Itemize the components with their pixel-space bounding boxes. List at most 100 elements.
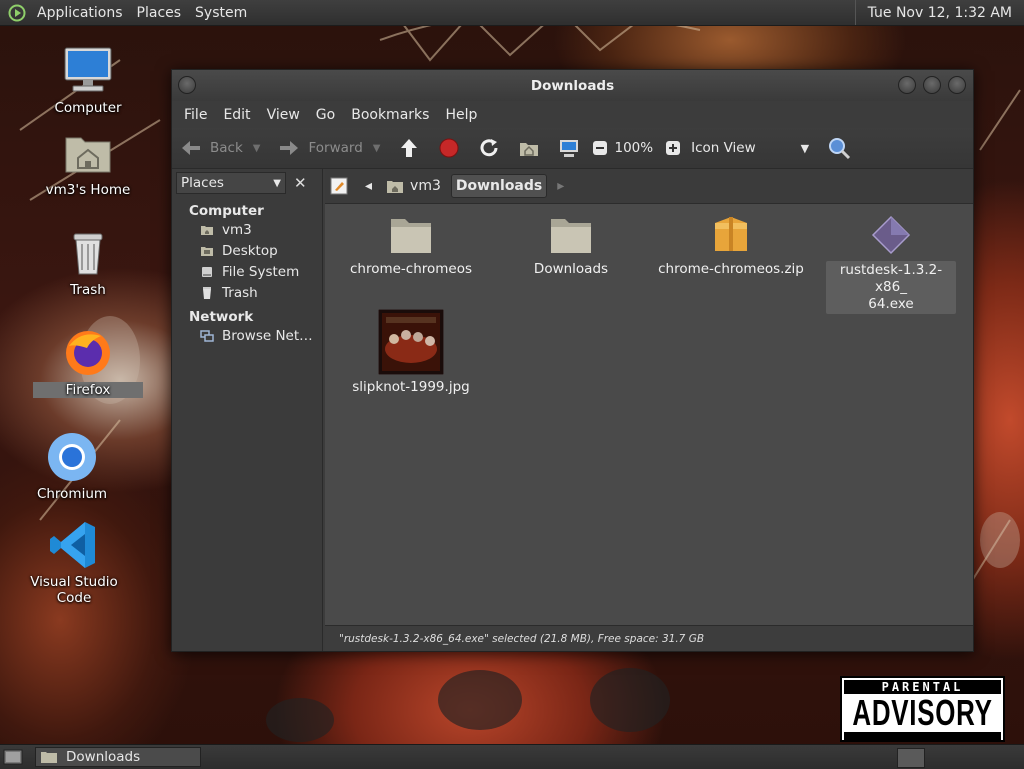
file-grid: chrome-chromeos Downloads chrome-chromeo… <box>325 203 973 603</box>
menu-system-label: System <box>195 4 248 21</box>
stop-icon[interactable] <box>438 137 460 159</box>
trash-icon <box>73 233 103 275</box>
desktop-icon-home[interactable]: vm3's Home <box>33 126 143 198</box>
desktop-icon-label: Trash <box>70 282 106 298</box>
trash-icon <box>203 287 211 299</box>
up-arrow-icon[interactable] <box>398 137 420 159</box>
parental-advisory-sticker: PARENTAL ADVISORY <box>840 676 1005 742</box>
sidebar-item-label: File System <box>222 264 300 280</box>
menu-bookmarks[interactable]: Bookmarks <box>343 107 437 123</box>
sidebar-heading-network: Network <box>189 309 254 325</box>
menu-system[interactable]: System <box>189 0 255 25</box>
file-item[interactable]: chrome-chromeos.zip <box>656 213 806 277</box>
executable-icon <box>871 215 911 255</box>
minimize-button[interactable] <box>898 76 916 94</box>
location-pathbar: ◂ vm3 Downloads ▸ <box>325 169 973 204</box>
sidebar-item-desktop[interactable]: Desktop <box>172 240 322 261</box>
menu-help[interactable]: Help <box>437 107 485 123</box>
sticker-bottom-bar <box>844 732 1001 742</box>
file-item-selected[interactable]: rustdesk-1.3.2-x86_ 64.exe <box>826 213 956 314</box>
home-folder-icon <box>65 137 111 173</box>
zoom-in-icon[interactable] <box>665 140 681 156</box>
computer-icon <box>64 47 112 92</box>
file-item[interactable]: slipknot-1999.jpg <box>346 309 476 395</box>
sidebar-item-label: vm3 <box>222 222 252 238</box>
drive-icon <box>202 267 212 277</box>
desktop-icon-chromium[interactable]: Chromium <box>17 430 127 502</box>
clock[interactable]: Tue Nov 12, 1:32 AM <box>854 0 1024 25</box>
menu-go[interactable]: Go <box>308 107 343 123</box>
sidebar-item-vm3[interactable]: vm3 <box>172 219 322 240</box>
file-manager-window: Downloads File Edit View Go Bookmarks He… <box>171 69 974 652</box>
taskbar-button-label: Downloads <box>66 749 141 765</box>
window-menu-button[interactable] <box>178 76 196 94</box>
file-item[interactable]: chrome-chromeos <box>346 213 476 277</box>
menu-edit[interactable]: Edit <box>215 107 258 123</box>
chevron-down-icon: ▼ <box>800 141 810 155</box>
sidebar-item-browse-network[interactable]: Browse Net… <box>172 325 322 346</box>
back-button[interactable]: Back <box>180 139 243 157</box>
desktop-icon-trash[interactable]: Trash <box>33 226 143 298</box>
pane-area: Places ▼ ✕ Computer vm3 Desktop File Sys… <box>172 169 973 651</box>
crumb-downloads[interactable]: Downloads <box>450 174 548 198</box>
file-item[interactable]: Downloads <box>506 213 636 277</box>
desktop-icon-label: Computer <box>54 100 122 116</box>
menubar: File Edit View Go Bookmarks Help <box>172 101 973 128</box>
reload-icon[interactable] <box>478 137 500 159</box>
sidebar-item-trash[interactable]: Trash <box>172 282 322 303</box>
folder-icon <box>551 219 591 253</box>
close-button[interactable] <box>948 76 966 94</box>
home-icon[interactable] <box>518 137 540 159</box>
show-desktop-icon[interactable] <box>3 748 23 766</box>
maximize-button[interactable] <box>923 76 941 94</box>
forward-button[interactable]: Forward <box>278 139 363 157</box>
back-arrow-icon <box>182 141 200 155</box>
close-sidebar-icon[interactable]: ✕ <box>294 174 307 192</box>
desktop-icon-label: Chromium <box>36 486 108 502</box>
network-icon <box>200 330 214 342</box>
window-title: Downloads <box>530 77 615 94</box>
crumb-label: Downloads <box>455 178 543 194</box>
sticker-main-text: ADVISORY <box>852 692 993 733</box>
workspace-switcher[interactable] <box>897 748 925 768</box>
sidebar-item-file-system[interactable]: File System <box>172 261 322 282</box>
desktop-icon-vscode[interactable]: Visual Studio Code <box>19 518 129 606</box>
crumb-vm3[interactable]: vm3 <box>382 175 445 197</box>
archive-icon <box>715 217 747 251</box>
file-name: chrome-chromeos <box>349 261 473 277</box>
back-history-dropdown-icon[interactable]: ▼ <box>253 143 261 154</box>
forward-label: Forward <box>308 140 363 156</box>
edit-location-icon[interactable] <box>329 176 349 196</box>
folder-icon <box>391 219 431 253</box>
menu-places[interactable]: Places <box>131 0 190 25</box>
menu-file[interactable]: File <box>176 107 215 123</box>
home-folder-icon <box>387 181 404 193</box>
pathbar-scroll-right-icon[interactable]: ▸ <box>553 175 568 197</box>
desktop-icon-label: Visual Studio Code <box>30 574 118 606</box>
search-icon[interactable] <box>827 136 851 160</box>
folder-icon <box>41 752 57 763</box>
home-folder-icon <box>201 226 213 235</box>
computer-location-icon[interactable] <box>558 137 580 159</box>
status-bar: "rustdesk-1.3.2-x86_64.exe" selected (21… <box>325 625 973 651</box>
zoom-out-icon[interactable] <box>592 140 608 156</box>
menu-applications-label: Applications <box>37 4 123 21</box>
window-titlebar[interactable]: Downloads <box>172 70 973 101</box>
sidebar-heading-computer: Computer <box>189 203 264 219</box>
desktop-icon-label: Firefox <box>33 382 143 398</box>
sidebar-type-select[interactable]: Places ▼ <box>176 172 286 194</box>
sidebar-type-value: Places <box>181 175 224 191</box>
places-sidebar: Places ▼ ✕ Computer vm3 Desktop File Sys… <box>172 169 323 651</box>
applications-logo-icon[interactable] <box>8 4 26 22</box>
menu-view[interactable]: View <box>259 107 308 123</box>
view-mode-select[interactable]: Icon View ▼ <box>691 140 809 156</box>
taskbar-button-downloads[interactable]: Downloads <box>35 747 201 767</box>
desktop-icon-computer[interactable]: Computer <box>33 44 143 116</box>
sidebar-item-label: Trash <box>222 285 258 301</box>
menu-applications[interactable]: Applications <box>31 0 131 25</box>
forward-history-dropdown-icon[interactable]: ▼ <box>373 143 381 154</box>
desktop-icon-firefox[interactable]: Firefox <box>33 326 143 398</box>
pathbar-scroll-left-icon[interactable]: ◂ <box>361 175 376 197</box>
file-name: Downloads <box>533 261 609 277</box>
back-label: Back <box>210 140 243 156</box>
